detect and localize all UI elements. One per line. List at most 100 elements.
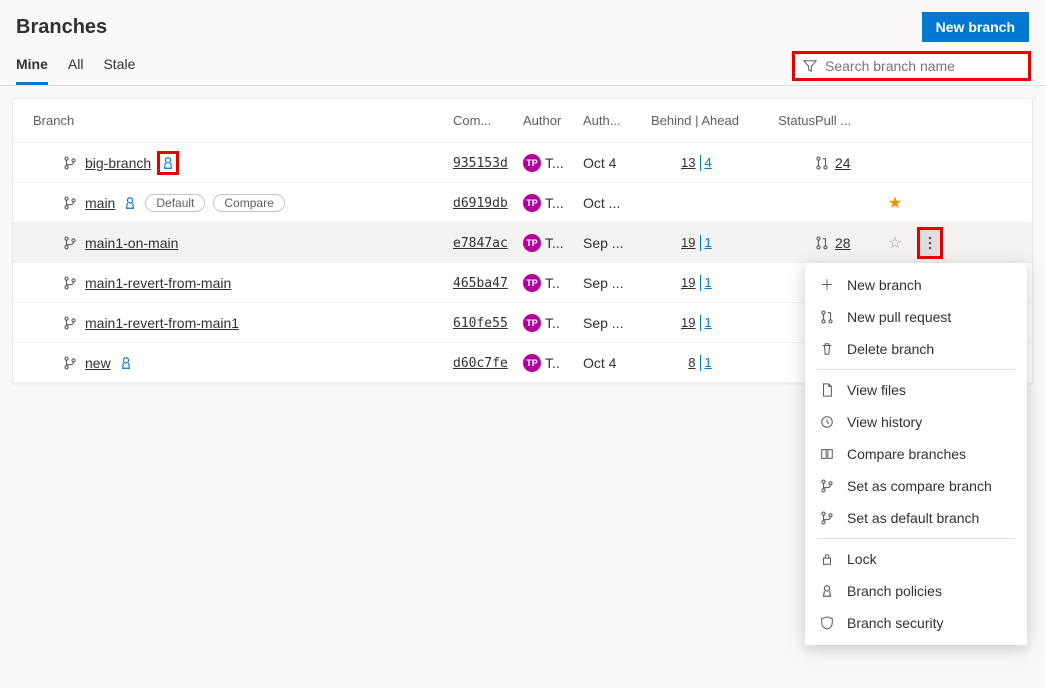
ahead-count[interactable]: 1 <box>705 275 723 290</box>
column-commit: Com... <box>453 113 523 128</box>
branch-icon <box>63 276 77 290</box>
table-row[interactable]: main1-on-main e7847ac TPT... Sep ... 19 1… <box>13 223 1032 263</box>
auth-date: Sep ... <box>583 275 645 291</box>
page-title: Branches <box>16 16 107 39</box>
menu-new-branch[interactable]: ＋New branch <box>805 269 1027 301</box>
kebab-icon <box>928 236 932 250</box>
shield-icon <box>819 615 835 631</box>
menu-compare-branches[interactable]: Compare branches <box>805 438 1027 470</box>
policy-badge-icon <box>119 356 133 370</box>
branch-link[interactable]: new <box>85 355 111 371</box>
menu-set-default[interactable]: Set as default branch <box>805 502 1027 534</box>
lock-icon <box>819 551 835 567</box>
avatar: TP <box>523 194 541 212</box>
avatar: TP <box>523 234 541 252</box>
file-icon <box>819 382 835 398</box>
branch-icon <box>819 510 835 526</box>
column-branch: Branch <box>33 113 453 128</box>
ahead-count[interactable]: 4 <box>705 155 723 170</box>
behind-count[interactable]: 8 <box>678 355 696 370</box>
menu-delete-branch[interactable]: Delete branch <box>805 333 1027 365</box>
behind-count[interactable]: 13 <box>678 155 696 170</box>
author-name: T... <box>545 195 564 211</box>
author-name: T.. <box>545 275 560 291</box>
behind-count[interactable]: 19 <box>678 275 696 290</box>
commit-link[interactable]: d6919db <box>453 196 508 211</box>
author-name: T... <box>545 155 564 171</box>
branch-icon <box>63 316 77 330</box>
more-options-button[interactable] <box>919 229 941 257</box>
auth-date: Sep ... <box>583 315 645 331</box>
column-pr: Pull ... <box>815 113 875 128</box>
branch-icon <box>63 156 77 170</box>
history-icon <box>819 414 835 430</box>
branch-icon <box>63 356 77 370</box>
column-auth-date: Auth... <box>583 113 645 128</box>
auth-date: Sep ... <box>583 235 645 251</box>
trash-icon <box>819 341 835 357</box>
menu-new-pr[interactable]: New pull request <box>805 301 1027 333</box>
branch-context-menu: ＋New branch New pull request Delete bran… <box>805 263 1027 645</box>
ahead-count[interactable]: 1 <box>705 235 723 250</box>
plus-icon: ＋ <box>819 277 835 293</box>
filter-icon <box>803 59 817 73</box>
menu-view-history[interactable]: View history <box>805 406 1027 438</box>
tab-all[interactable]: All <box>68 46 84 85</box>
behind-count[interactable]: 19 <box>678 315 696 330</box>
search-input[interactable] <box>825 58 1020 74</box>
branch-icon <box>819 478 835 494</box>
ahead-count[interactable]: 1 <box>705 315 723 330</box>
star-icon[interactable]: ☆ <box>888 235 902 252</box>
search-box[interactable] <box>794 53 1029 79</box>
compare-badge: Compare <box>213 194 284 212</box>
behind-count[interactable]: 19 <box>678 235 696 250</box>
column-behind-ahead: Behind | Ahead <box>645 113 755 128</box>
auth-date: Oct ... <box>583 195 645 211</box>
menu-set-compare[interactable]: Set as compare branch <box>805 470 1027 502</box>
commit-link[interactable]: 465ba47 <box>453 276 508 291</box>
avatar: TP <box>523 314 541 332</box>
menu-view-files[interactable]: View files <box>805 374 1027 406</box>
policy-badge-icon <box>161 156 175 170</box>
branch-link[interactable]: big-branch <box>85 155 151 171</box>
policy-badge-icon <box>123 196 137 210</box>
branch-link[interactable]: main1-revert-from-main <box>85 275 231 291</box>
menu-branch-security[interactable]: Branch security <box>805 607 1027 639</box>
auth-date: Oct 4 <box>583 155 645 171</box>
branch-link[interactable]: main1-on-main <box>85 235 178 251</box>
pr-icon <box>815 236 829 250</box>
branch-icon <box>63 196 77 210</box>
commit-link[interactable]: e7847ac <box>453 236 508 251</box>
column-author: Author <box>523 113 583 128</box>
branch-link[interactable]: main1-revert-from-main1 <box>85 315 239 331</box>
menu-lock[interactable]: Lock <box>805 543 1027 575</box>
branch-icon <box>63 236 77 250</box>
pr-link[interactable]: 28 <box>835 235 851 251</box>
commit-link[interactable]: 610fe55 <box>453 316 508 331</box>
tab-stale[interactable]: Stale <box>103 46 135 85</box>
branch-link[interactable]: main <box>85 195 115 211</box>
pr-icon <box>815 156 829 170</box>
pr-icon <box>819 309 835 325</box>
column-status: Status <box>755 113 815 128</box>
tab-mine[interactable]: Mine <box>16 46 48 85</box>
table-row[interactable]: main Default Compare d6919db TPT... Oct … <box>13 183 1032 223</box>
star-icon[interactable]: ★ <box>888 195 902 212</box>
avatar: TP <box>523 354 541 372</box>
author-name: T... <box>545 235 564 251</box>
avatar: TP <box>523 274 541 292</box>
compare-icon <box>819 446 835 462</box>
menu-branch-policies[interactable]: Branch policies <box>805 575 1027 607</box>
auth-date: Oct 4 <box>583 355 645 371</box>
commit-link[interactable]: d60c7fe <box>453 356 508 371</box>
author-name: T.. <box>545 355 560 371</box>
new-branch-button[interactable]: New branch <box>922 12 1029 42</box>
commit-link[interactable]: 935153d <box>453 156 508 171</box>
policy-icon <box>819 583 835 599</box>
pr-link[interactable]: 24 <box>835 155 851 171</box>
ahead-count[interactable]: 1 <box>705 355 723 370</box>
author-name: T.. <box>545 315 560 331</box>
table-row[interactable]: big-branch 935153d TPT... Oct 4 13 4 24 <box>13 143 1032 183</box>
default-badge: Default <box>145 194 205 212</box>
avatar: TP <box>523 154 541 172</box>
